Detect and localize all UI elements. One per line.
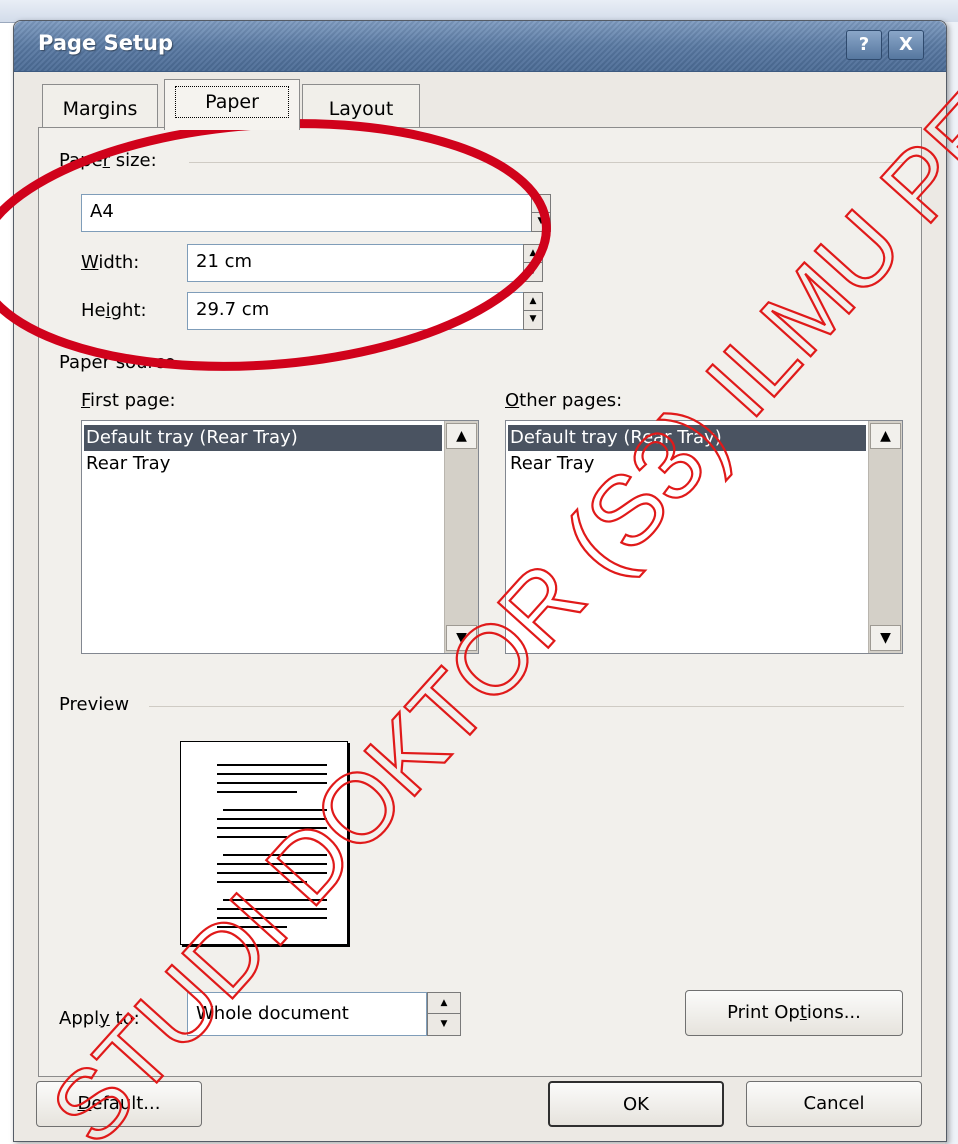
dialog-title: Page Setup [38,31,173,55]
default-button[interactable]: Default... [36,1081,202,1127]
preview-text-line [217,818,327,820]
first-page-list[interactable]: Default tray (Rear Tray) Rear Tray ▲ ▼ [81,420,479,654]
first-page-label: First page: [81,390,176,411]
scroll-up-icon[interactable]: ▲ [446,423,477,449]
other-pages-scrollbar[interactable]: ▲ ▼ [868,421,902,653]
paper-size-dropdown-button[interactable]: ▲ ▼ [531,194,551,232]
paper-tab-panel: Paper size: A4 ▲ ▼ Width: 21 cm ▲ ▼ Height… [38,127,922,1077]
height-label: Height: [81,300,147,321]
paper-size-group-label: Paper size: [59,150,167,171]
width-up-icon[interactable]: ▲ [524,245,542,263]
scroll-up-icon[interactable]: ▲ [870,423,901,449]
page-setup-dialog: Page Setup ? X Margins Paper Layout Pape… [13,20,947,1142]
width-input[interactable]: 21 cm [187,244,531,282]
height-down-icon[interactable]: ▼ [524,311,542,329]
preview-text-line [217,773,327,775]
close-button[interactable]: X [888,30,924,60]
list-item[interactable]: Default tray (Rear Tray) [84,425,442,451]
cancel-button[interactable]: Cancel [746,1081,922,1127]
preview-text-line [217,926,287,928]
preview-divider [149,706,904,707]
scroll-down-icon[interactable]: ▼ [446,625,477,651]
preview-text-line [217,881,307,883]
paper-size-divider [189,162,904,163]
preview-text-line [223,854,327,856]
width-stepper[interactable]: ▲ ▼ [523,244,543,282]
height-stepper[interactable]: ▲ ▼ [523,292,543,330]
preview-text-line [217,827,327,829]
apply-to-select[interactable]: Whole document [187,992,427,1036]
width-label: Width: [81,252,140,273]
tab-margins[interactable]: Margins [42,84,158,129]
tab-layout[interactable]: Layout [302,84,420,129]
print-options-button[interactable]: Print Options... [685,990,903,1036]
preview-text-line [223,944,327,946]
preview-text-line [217,863,327,865]
paper-size-select[interactable]: A4 [81,194,533,232]
height-up-icon[interactable]: ▲ [524,293,542,311]
list-item[interactable]: Rear Tray [508,451,866,477]
preview-text-line [217,917,327,919]
preview-page [180,741,348,946]
other-pages-label: Other pages: [505,390,623,411]
other-pages-list[interactable]: Default tray (Rear Tray) Rear Tray ▲ ▼ [505,420,903,654]
list-item[interactable]: Rear Tray [84,451,442,477]
dialog-titlebar[interactable]: Page Setup ? X [14,21,946,72]
preview-text-line [223,899,327,901]
paper-source-group-label: Paper source [59,352,186,373]
list-item[interactable]: Default tray (Rear Tray) [508,425,866,451]
preview-group-label: Preview [59,694,140,715]
apply-up-icon: ▲ [428,993,460,1014]
tab-paper[interactable]: Paper [164,79,300,130]
paper-size-down-icon: ▼ [537,216,545,226]
width-down-icon[interactable]: ▼ [524,263,542,281]
paper-size-up-icon: ▲ [532,195,550,213]
preview-text-line [217,791,297,793]
apply-to-label: Apply to: [59,1008,140,1029]
preview-text-line [217,908,327,910]
height-input[interactable]: 29.7 cm [187,292,531,330]
first-page-scrollbar[interactable]: ▲ ▼ [444,421,478,653]
ok-button[interactable]: OK [548,1081,724,1127]
preview-text-line [217,782,327,784]
help-button[interactable]: ? [846,30,882,60]
apply-down-icon: ▼ [440,1019,448,1029]
apply-to-dropdown-button[interactable]: ▲ ▼ [427,992,461,1036]
preview-text-line [223,809,327,811]
preview-text-line [217,872,327,874]
preview-text-line [217,764,327,766]
scroll-down-icon[interactable]: ▼ [870,625,901,651]
preview-text-line [217,836,287,838]
tab-paper-label: Paper [175,86,289,118]
